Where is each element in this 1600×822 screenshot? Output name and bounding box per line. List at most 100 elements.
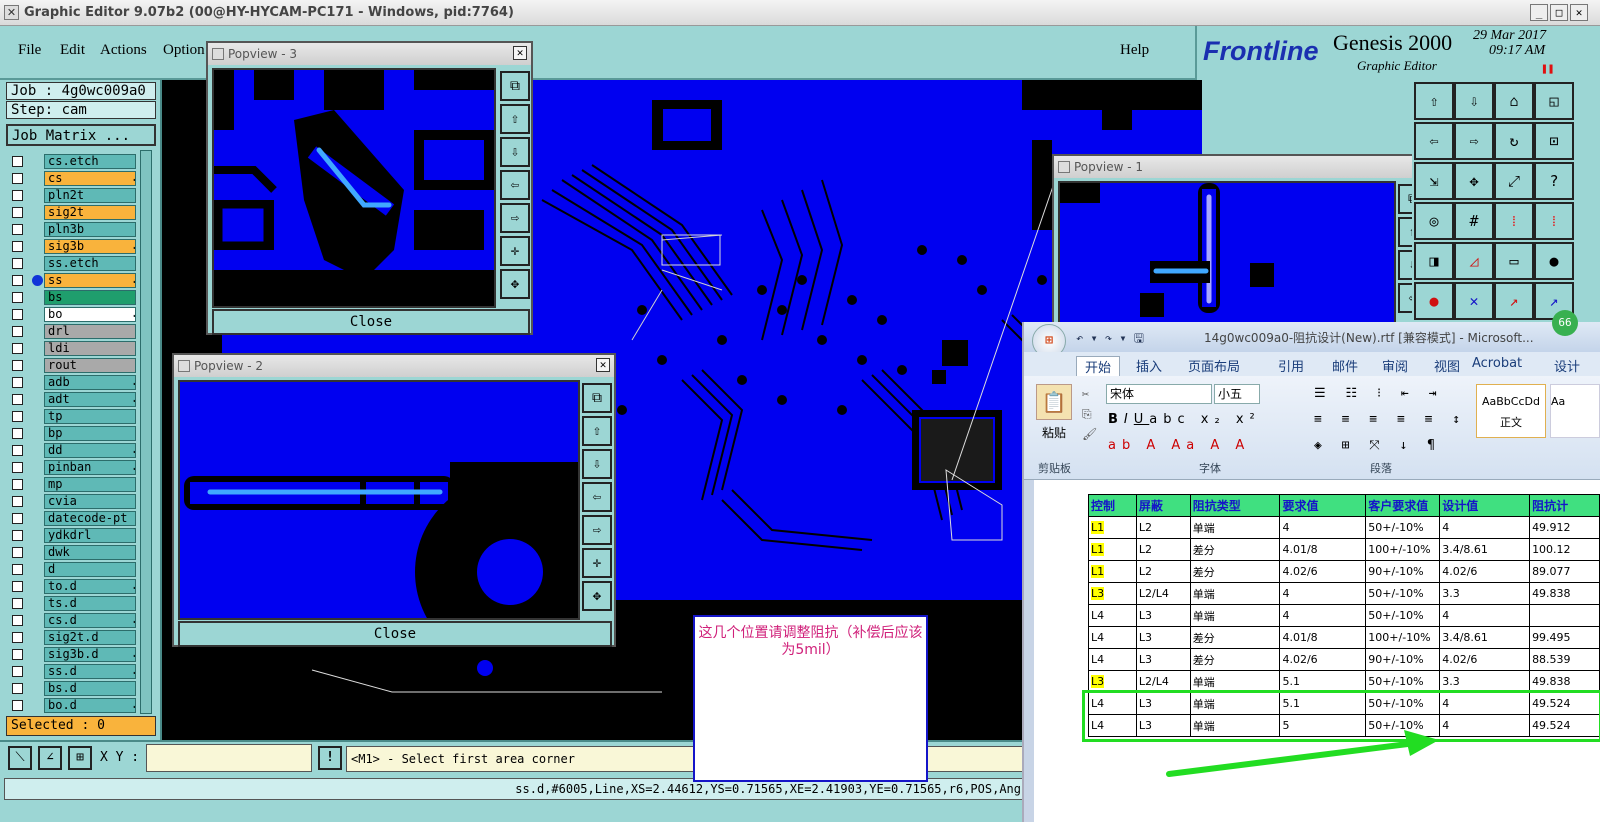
ribbon-tab[interactable]: 设计: [1554, 356, 1580, 375]
popview-1-image[interactable]: [1058, 181, 1396, 325]
table-cell[interactable]: 100+/-10%: [1365, 538, 1441, 561]
layer-row[interactable]: sig2t.d: [10, 630, 142, 645]
layer-checkbox[interactable]: [12, 343, 23, 354]
job-matrix-button[interactable]: Job Matrix ...: [6, 124, 156, 146]
style-next[interactable]: Aa: [1550, 384, 1600, 438]
table-cell[interactable]: 差分: [1189, 560, 1281, 583]
table-cell[interactable]: L4: [1088, 626, 1137, 649]
layer-checkbox[interactable]: [12, 377, 23, 388]
layer-checkbox[interactable]: [12, 224, 23, 235]
layer-row[interactable]: bs.d: [10, 681, 142, 696]
popview-2-image[interactable]: [178, 380, 580, 620]
minimize-button[interactable]: _: [1530, 4, 1548, 21]
layer-row[interactable]: dd⬋: [10, 443, 142, 458]
layer-row[interactable]: cs⬋: [10, 171, 142, 186]
layer-name[interactable]: pln3b: [44, 222, 136, 237]
menu-file[interactable]: File: [18, 42, 41, 59]
layer-name[interactable]: dd⬋: [44, 443, 136, 458]
layer-checkbox[interactable]: [12, 632, 23, 643]
layer-name[interactable]: to.d⬋: [44, 579, 136, 594]
popview-2-pan-left-button[interactable]: ⇦: [582, 482, 612, 512]
table-cell[interactable]: 4: [1439, 604, 1531, 627]
layer-name[interactable]: sig3b⬋: [44, 239, 136, 254]
layer-checkbox[interactable]: [12, 530, 23, 541]
tool-zoom-box-icon[interactable]: ⊡: [1534, 122, 1574, 160]
tool-layers-icon[interactable]: ◎: [1414, 202, 1454, 240]
layer-row[interactable]: bo.d⬋: [10, 698, 142, 713]
layer-row[interactable]: to.d⬋: [10, 579, 142, 594]
layer-name[interactable]: ldi: [44, 341, 136, 356]
table-cell[interactable]: 4.01/8: [1279, 626, 1367, 649]
tool-pan-left-icon[interactable]: ⇦: [1414, 122, 1454, 160]
table-cell[interactable]: L1: [1088, 516, 1137, 539]
layer-checkbox[interactable]: [12, 173, 23, 184]
paragraph-icons[interactable]: ◈ ⊞ ⤧ ↓ ¶: [1314, 438, 1441, 453]
table-cell[interactable]: L4: [1088, 648, 1137, 671]
tool-pan-right-icon[interactable]: ⇨: [1454, 122, 1494, 160]
table-cell[interactable]: 50+/-10%: [1365, 604, 1441, 627]
layer-name[interactable]: dwk: [44, 545, 136, 560]
layer-row[interactable]: rout: [10, 358, 142, 373]
layer-name[interactable]: d: [44, 562, 136, 577]
maximize-button[interactable]: □: [1550, 4, 1568, 21]
table-cell[interactable]: 3.4/8.61: [1439, 626, 1531, 649]
popview-3-pan-right-button[interactable]: ⇨: [500, 203, 530, 233]
popview-3-pan-down-button[interactable]: ⇩: [500, 137, 530, 167]
layer-row[interactable]: ss.etch: [10, 256, 142, 271]
table-cell[interactable]: L3: [1135, 648, 1191, 671]
layer-checkbox[interactable]: [12, 190, 23, 201]
layer-row[interactable]: pinban⬋: [10, 460, 142, 475]
paste-label[interactable]: 粘贴: [1042, 424, 1066, 441]
tool-home-icon[interactable]: ⌂: [1494, 82, 1534, 120]
table-cell[interactable]: L3: [1135, 604, 1191, 627]
table-cell[interactable]: L2: [1135, 560, 1191, 583]
layer-row[interactable]: mp: [10, 477, 142, 492]
ribbon-tab[interactable]: 插入: [1136, 356, 1162, 375]
layer-row[interactable]: adb⬋: [10, 375, 142, 390]
font-format-icons[interactable]: BIUabc x₂ x²: [1108, 412, 1261, 427]
layer-checkbox[interactable]: [12, 326, 23, 337]
layer-checkbox[interactable]: [12, 598, 23, 609]
table-cell[interactable]: [1529, 604, 1600, 627]
tool-scale-icon[interactable]: ⤢: [1494, 162, 1534, 200]
layer-checkbox[interactable]: [12, 479, 23, 490]
tool-cross-icon[interactable]: ✕: [1454, 282, 1494, 320]
layer-checkbox[interactable]: [12, 411, 23, 422]
ribbon-tab[interactable]: 审阅: [1382, 356, 1408, 375]
layer-row[interactable]: pln2t: [10, 188, 142, 203]
popview-2-pan-up-button[interactable]: ⇧: [582, 416, 612, 446]
tool-grid-icon[interactable]: #: [1454, 202, 1494, 240]
layer-row[interactable]: cvia: [10, 494, 142, 509]
table-cell[interactable]: 差分: [1189, 538, 1281, 561]
layer-checkbox[interactable]: [12, 700, 23, 711]
table-cell[interactable]: 单端: [1189, 516, 1281, 539]
tool-fit-icon[interactable]: ✥: [1454, 162, 1494, 200]
table-cell[interactable]: 100+/-10%: [1365, 626, 1441, 649]
popview-2-close-button[interactable]: Close: [178, 621, 612, 647]
layer-row[interactable]: sig3b.d⬋: [10, 647, 142, 662]
layer-name[interactable]: cs⬋: [44, 171, 136, 186]
layer-name[interactable]: pln2t: [44, 188, 136, 203]
table-cell[interactable]: 50+/-10%: [1365, 516, 1441, 539]
popview-3-pan-up-button[interactable]: ⇧: [500, 104, 530, 134]
layer-row[interactable]: ts.d: [10, 596, 142, 611]
layer-name[interactable]: rout: [44, 358, 136, 373]
tool-move-up-icon[interactable]: ⇧: [1414, 82, 1454, 120]
layer-checkbox[interactable]: [12, 496, 23, 507]
layer-name[interactable]: datecode-pt: [44, 511, 136, 526]
layer-row[interactable]: ydkdrl: [10, 528, 142, 543]
font-name-select[interactable]: 宋体: [1106, 384, 1212, 404]
layer-checkbox[interactable]: [12, 581, 23, 592]
layer-checkbox[interactable]: [12, 394, 23, 405]
layer-name[interactable]: bs.d: [44, 681, 136, 696]
table-cell[interactable]: L2: [1135, 516, 1191, 539]
layer-row[interactable]: sig2t: [10, 205, 142, 220]
layer-checkbox[interactable]: [12, 207, 23, 218]
tool-net-icon[interactable]: ●: [1414, 282, 1454, 320]
layer-row[interactable]: dwk: [10, 545, 142, 560]
layer-name[interactable]: tp: [44, 409, 136, 424]
popview-3-zoom-out-button[interactable]: ✥: [500, 269, 530, 299]
tool-move-down-icon[interactable]: ⇩: [1454, 82, 1494, 120]
layer-name[interactable]: mp: [44, 477, 136, 492]
layer-row[interactable]: drl: [10, 324, 142, 339]
